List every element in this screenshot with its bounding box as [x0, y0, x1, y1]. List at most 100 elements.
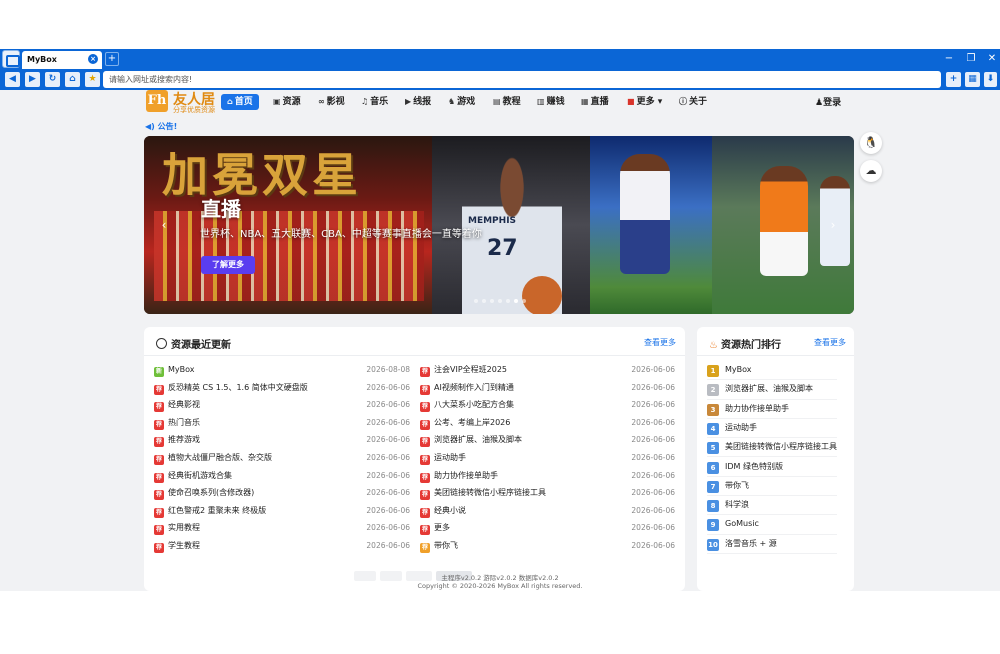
list-item[interactable]: 荐植物大战僵尸融合版、杂交版 2026-06-06 [154, 449, 410, 467]
back-button[interactable]: ◀ [5, 72, 20, 87]
menu-item-live[interactable]: ▦ 直播 [581, 94, 609, 110]
list-item[interactable]: 荐经典影视 2026-06-06 [154, 396, 410, 414]
rank-badge: 5 [707, 442, 719, 455]
list-item[interactable]: 荐使命召唤系列(含修改器) 2026-06-06 [154, 484, 410, 502]
carousel-dot[interactable] [498, 299, 502, 303]
list-item[interactable]: 荐运动助手 2026-06-06 [420, 449, 675, 467]
user-icon: ♟ [815, 98, 824, 108]
list-item[interactable]: 荐助力协作接单助手 2026-06-06 [420, 467, 675, 485]
item-date: 2026-06-06 [631, 417, 675, 427]
tab-mybox[interactable]: MyBox × [22, 51, 102, 69]
list-item[interactable]: 荐学生教程 2026-06-06 [154, 537, 410, 555]
apps-grid-button[interactable]: ▦ [965, 72, 980, 87]
menu-label: 直播 [590, 97, 609, 107]
list-item[interactable]: 荐美团链接转微信小程序链接工具 2026-06-06 [420, 484, 675, 502]
music-icon: ♫ [361, 97, 369, 106]
banner-prev-icon[interactable]: ‹ [158, 217, 170, 233]
carousel-dot[interactable] [522, 299, 526, 303]
minimize-button[interactable]: − [940, 51, 958, 67]
list-item[interactable]: 10 洛雪音乐 + 源 [707, 535, 837, 554]
new-tab-button[interactable]: + [105, 52, 119, 66]
download-button[interactable]: ⬇ [984, 72, 997, 87]
menu-item-deals[interactable]: ▶ 线报 [405, 94, 431, 110]
forward-button[interactable]: ▶ [25, 72, 40, 87]
qq-icon[interactable]: 🐧 [860, 132, 882, 154]
menu-item-tutorials[interactable]: ▤ 教程 [493, 94, 521, 110]
carousel-dot[interactable] [506, 299, 510, 303]
login-link[interactable]: ♟登录 [815, 95, 841, 108]
menu-item-more[interactable]: ■ 更多 ▾ [627, 94, 662, 110]
tag-badge: 荐 [420, 455, 430, 465]
menu-item-movies[interactable]: ∞ 影视 [318, 94, 345, 110]
rank-badge: 2 [707, 384, 719, 397]
list-item[interactable]: 荐反恐精英 CS 1.5、1.6 简体中文硬盘版 2026-06-06 [154, 379, 410, 397]
list-item[interactable]: 5 美团链接转微信小程序链接工具 [707, 438, 837, 458]
item-title: 助力协作接单助手 [725, 403, 789, 413]
footer-version: 主程序v2.0.2 游际v2.0.2 数据库v2.0.2 [441, 574, 559, 582]
list-item[interactable]: 荐红色警戒2 重聚未来 终极版 2026-06-06 [154, 502, 410, 520]
item-title: 注会VIP全程班2025 [434, 365, 508, 374]
menu-item-about[interactable]: ⓘ 关于 [679, 94, 707, 110]
site-logo[interactable]: Fh 友人居 分享优质资源 [146, 90, 218, 114]
banner-next-icon[interactable]: › [827, 217, 839, 233]
menu-item-earn[interactable]: ▥ 赚钱 [537, 94, 565, 110]
menu-item-music[interactable]: ♫ 音乐 [361, 94, 388, 110]
list-item[interactable]: 7 带你飞 [707, 477, 837, 497]
title-bar: MyBox × + − ❐ ✕ [0, 49, 1000, 69]
rank-badge: 10 [707, 538, 719, 551]
item-date: 2026-06-06 [366, 470, 410, 480]
list-item[interactable]: 荐经典街机游戏合集 2026-06-06 [154, 467, 410, 485]
rank-badge: 6 [707, 461, 719, 474]
list-item[interactable]: 1 MyBox [707, 361, 837, 381]
list-item[interactable]: 2 浏览器扩展、油猴及脚本 [707, 380, 837, 400]
list-item[interactable]: 荐带你飞 2026-06-06 [420, 537, 675, 555]
menu-item-home[interactable]: ⌂ 首页 [221, 94, 259, 110]
item-date: 2026-06-06 [366, 505, 410, 515]
list-item[interactable]: 荐经典小说 2026-06-06 [420, 502, 675, 520]
home-button[interactable]: ⌂ [65, 72, 80, 87]
updates-see-more-link[interactable]: 查看更多 [644, 337, 676, 348]
tab-close-icon[interactable]: × [88, 54, 98, 64]
list-item[interactable]: 荐热门音乐 2026-06-06 [154, 414, 410, 432]
hot-see-more-link[interactable]: 查看更多 [814, 337, 846, 348]
restore-button[interactable]: ❐ [962, 51, 980, 67]
add-bookmark-button[interactable]: + [946, 72, 961, 87]
close-window-button[interactable]: ✕ [983, 51, 1000, 67]
list-item[interactable]: 8 科学浪 [707, 496, 837, 516]
learn-more-button[interactable]: 了解更多 [201, 256, 255, 274]
list-item[interactable]: 4 运动助手 [707, 419, 837, 439]
live-icon: ▦ [581, 97, 589, 106]
list-item[interactable]: 荐公考、考编上岸2026 2026-06-06 [420, 414, 675, 432]
list-item[interactable]: 6 IDM 绿色特别版 [707, 458, 837, 477]
list-item[interactable]: 荐 AI视频制作入门到精通 2026-06-06 [420, 379, 675, 397]
item-date: 2026-06-06 [366, 382, 410, 392]
item-date: 2026-06-06 [631, 488, 675, 498]
item-date: 2026-06-06 [366, 488, 410, 498]
list-item[interactable]: 新 MyBox 2026-08-08 [154, 361, 410, 379]
list-item[interactable]: 荐注会VIP全程班2025 2026-06-06 [420, 361, 675, 379]
carousel-dot[interactable] [482, 299, 486, 303]
item-title: 运动助手 [434, 453, 466, 462]
list-item[interactable]: 荐推荐游戏 2026-06-06 [154, 431, 410, 449]
reload-button[interactable]: ↻ [45, 72, 60, 87]
favorite-button[interactable]: ★ [85, 72, 100, 87]
wechat-icon[interactable]: ☁ [860, 160, 882, 182]
list-item[interactable]: 荐实用教程 2026-06-06 [154, 519, 410, 537]
carousel-dot[interactable] [490, 299, 494, 303]
list-item[interactable]: 荐更多 2026-06-06 [420, 519, 675, 537]
banner-carousel[interactable]: 加冕双星 MEMPHIS 27 直播 世界杯、NBA、五大联赛、CBA、中超等赛… [144, 136, 854, 314]
list-item[interactable]: 9 GoMusic [707, 515, 837, 535]
list-item[interactable]: 荐八大菜系小吃配方合集 2026-06-06 [420, 396, 675, 414]
carousel-dot[interactable] [514, 299, 518, 303]
menu-item-resources[interactable]: ▣ 资源 [273, 94, 301, 110]
clock-icon [156, 338, 167, 349]
menu-item-games[interactable]: ♞ 游戏 [448, 94, 475, 110]
about-icon: ⓘ [679, 97, 687, 106]
list-item[interactable]: 3 助力协作接单助手 [707, 400, 837, 419]
notice-bar[interactable]: ◀) 公告! [145, 121, 177, 132]
carousel-dot[interactable] [474, 299, 478, 303]
url-input[interactable]: 请输入网址或搜索内容! [103, 71, 941, 88]
item-title: 八大菜系小吃配方合集 [434, 400, 514, 410]
home-icon: ⌂ [227, 97, 233, 106]
list-item[interactable]: 荐浏览器扩展、油猴及脚本 2026-06-06 [420, 431, 675, 449]
